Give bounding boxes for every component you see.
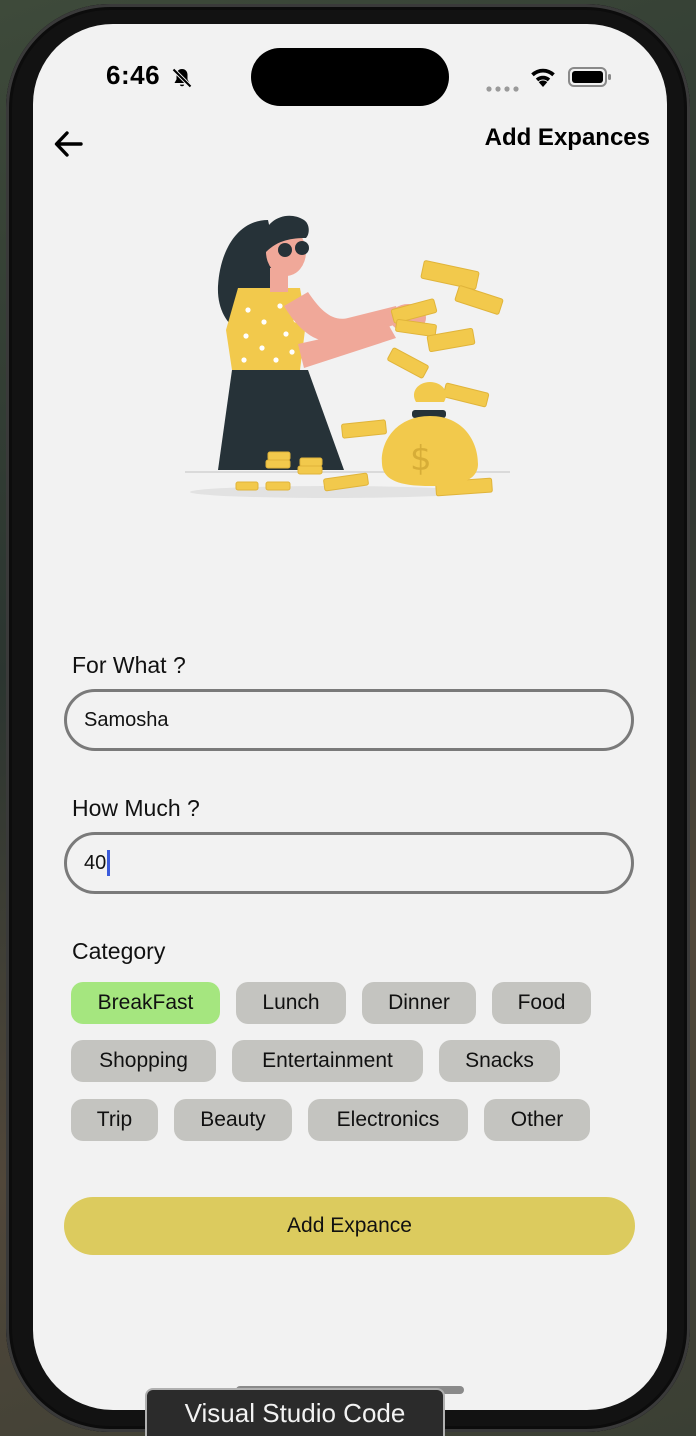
dynamic-island xyxy=(251,48,449,106)
category-chip-trip[interactable]: Trip xyxy=(71,1099,158,1141)
wifi-icon xyxy=(528,66,558,93)
back-button[interactable] xyxy=(50,124,90,164)
for-what-value: Samosha xyxy=(84,708,169,731)
category-chip-breakfast[interactable]: BreakFast xyxy=(71,982,220,1024)
category-label: Category xyxy=(72,938,166,964)
how-much-input[interactable]: 40 xyxy=(64,832,634,894)
category-chip-entertainment[interactable]: Entertainment xyxy=(232,1040,423,1082)
woman-throwing-money-illustration: $ xyxy=(180,210,520,510)
page-title: Add Expances xyxy=(484,124,650,151)
for-what-input[interactable]: Samosha xyxy=(64,689,634,751)
dollar-sign-icon: $ xyxy=(410,439,432,479)
text-caret xyxy=(107,850,111,876)
how-much-value: 40 xyxy=(84,851,107,874)
category-chip-other[interactable]: Other xyxy=(484,1099,590,1141)
bell-slash-icon xyxy=(170,66,194,95)
category-chip-electronics[interactable]: Electronics xyxy=(308,1099,468,1141)
arrow-left-icon xyxy=(54,131,83,157)
category-chip-food[interactable]: Food xyxy=(492,982,591,1024)
add-expance-button[interactable]: Add Expance xyxy=(64,1197,635,1255)
battery-icon xyxy=(568,66,612,93)
category-chip-lunch[interactable]: Lunch xyxy=(236,982,346,1024)
category-chip-dinner[interactable]: Dinner xyxy=(362,982,476,1024)
status-time: 6:46 xyxy=(106,60,161,90)
category-chip-beauty[interactable]: Beauty xyxy=(174,1099,292,1141)
category-chip-shopping[interactable]: Shopping xyxy=(71,1040,216,1082)
category-chip-snacks[interactable]: Snacks xyxy=(439,1040,560,1082)
window-tooltip: Visual Studio Code xyxy=(145,1388,445,1436)
how-much-label: How Much ? xyxy=(72,795,200,821)
for-what-label: For What ? xyxy=(72,652,186,678)
signal-icon xyxy=(486,80,520,98)
